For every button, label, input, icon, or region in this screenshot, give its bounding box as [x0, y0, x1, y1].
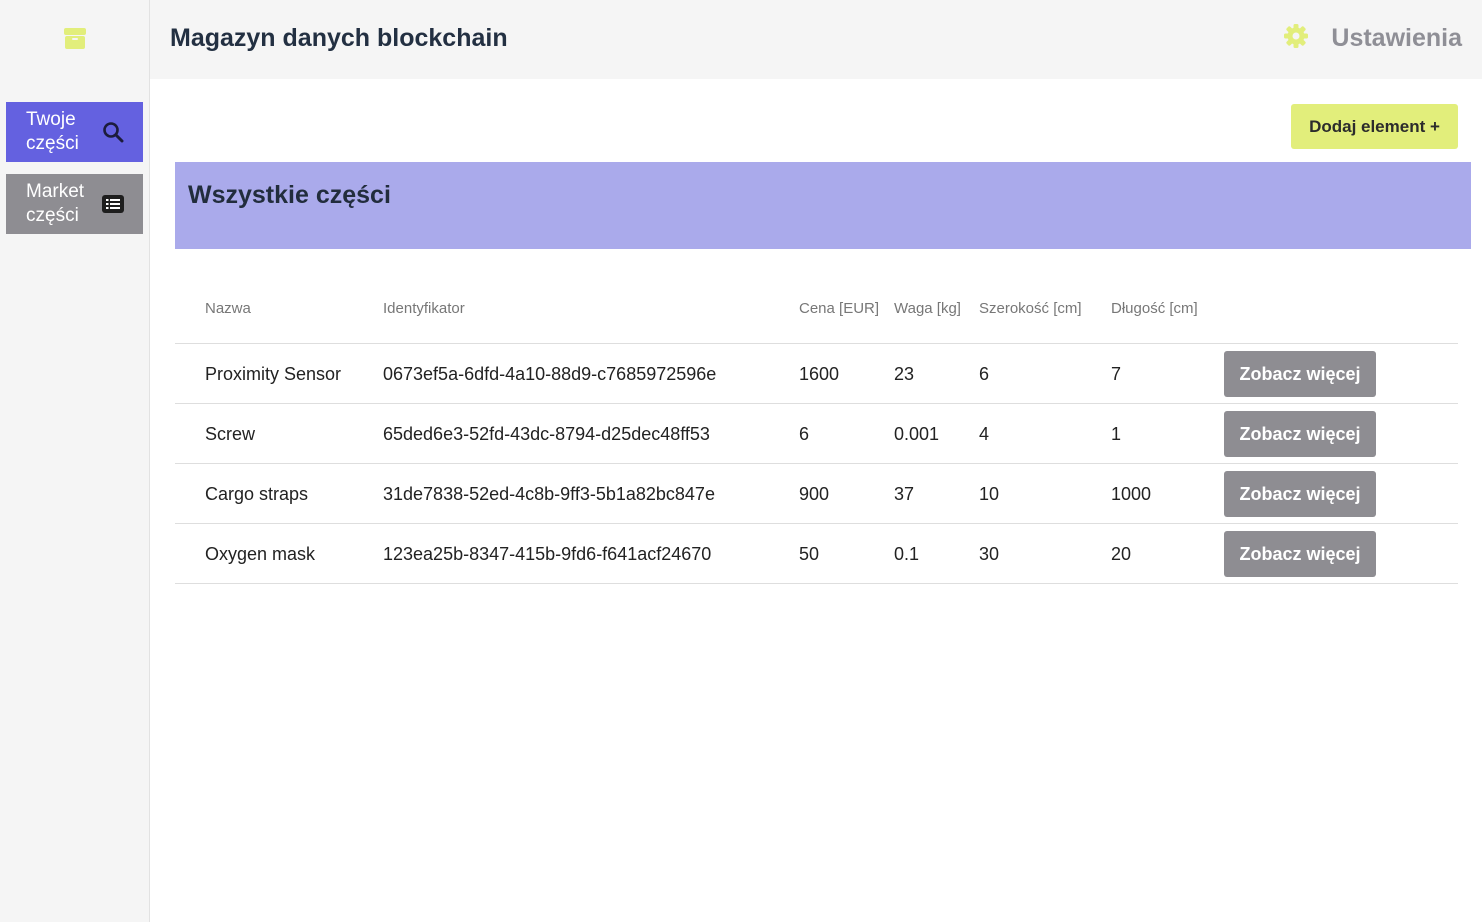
cell-length: 1000 — [1111, 484, 1152, 504]
cell-price: 50 — [799, 544, 820, 564]
section-title: Wszystkie części — [188, 181, 391, 209]
table-row: Screw 65ded6e3-52fd-43dc-8794-d25dec48ff… — [175, 404, 1458, 464]
cell-length: 7 — [1111, 364, 1122, 384]
add-element-button[interactable]: Dodaj element + — [1291, 104, 1458, 149]
settings-button[interactable]: Ustawienia — [1283, 23, 1462, 54]
cell-width: 4 — [979, 424, 990, 444]
table-row: Oxygen mask 123ea25b-8347-415b-9fd6-f641… — [175, 524, 1458, 584]
settings-label: Ustawienia — [1331, 24, 1462, 52]
see-more-button[interactable]: Zobacz więcej — [1224, 411, 1376, 457]
cell-width: 6 — [979, 364, 990, 384]
cell-price: 6 — [799, 424, 810, 444]
section-banner: Wszystkie części — [175, 162, 1471, 249]
see-more-button[interactable]: Zobacz więcej — [1224, 351, 1376, 397]
cell-price: 1600 — [799, 364, 840, 384]
column-header-price: Cena [EUR] — [799, 300, 880, 317]
column-header-length: Długość [cm] — [1111, 300, 1198, 317]
cell-length: 1 — [1111, 424, 1122, 444]
cell-width: 10 — [979, 484, 1000, 504]
cell-id: 65ded6e3-52fd-43dc-8794-d25dec48ff53 — [383, 424, 710, 444]
column-header-id: Identyfikator — [383, 300, 465, 317]
sidebar-item-label: Market części — [26, 181, 85, 226]
sidebar: Twoje części Market części — [0, 0, 150, 922]
column-header-weight: Waga [kg] — [894, 300, 961, 317]
cell-name: Oxygen mask — [205, 544, 316, 564]
sidebar-item-parts-market[interactable]: Market części — [6, 174, 143, 234]
see-more-button[interactable]: Zobacz więcej — [1224, 531, 1376, 577]
cell-width: 30 — [979, 544, 1000, 564]
cell-name: Proximity Sensor — [205, 364, 342, 384]
sidebar-item-your-parts[interactable]: Twoje części — [6, 102, 143, 162]
box-icon — [62, 26, 88, 50]
cell-price: 900 — [799, 484, 830, 504]
see-more-button[interactable]: Zobacz więcej — [1224, 471, 1376, 517]
page-title: Magazyn danych blockchain — [170, 24, 508, 52]
column-header-width: Szerokość [cm] — [979, 300, 1082, 317]
cell-weight: 37 — [894, 484, 915, 504]
list-icon — [101, 192, 125, 216]
table-header: Nazwa Identyfikator Cena [EUR] Waga [kg]… — [175, 284, 1458, 344]
table-row: Proximity Sensor 0673ef5a-6dfd-4a10-88d9… — [175, 344, 1458, 404]
cell-name: Cargo straps — [205, 484, 309, 504]
gear-icon — [1283, 23, 1309, 54]
cell-name: Screw — [205, 424, 256, 444]
cell-id: 123ea25b-8347-415b-9fd6-f641acf24670 — [383, 544, 712, 564]
cell-weight: 0.001 — [894, 424, 940, 444]
top-bar: Magazyn danych blockchain Ustawienia — [150, 0, 1482, 79]
column-header-name: Nazwa — [205, 300, 251, 317]
cell-weight: 23 — [894, 364, 915, 384]
cell-length: 20 — [1111, 544, 1132, 564]
parts-table: Nazwa Identyfikator Cena [EUR] Waga [kg]… — [175, 284, 1458, 584]
table-row: Cargo straps 31de7838-52ed-4c8b-9ff3-5b1… — [175, 464, 1458, 524]
cell-id: 31de7838-52ed-4c8b-9ff3-5b1a82bc847e — [383, 484, 715, 504]
sidebar-item-label: Twoje części — [26, 109, 79, 154]
search-icon — [101, 120, 125, 144]
cell-id: 0673ef5a-6dfd-4a10-88d9-c7685972596e — [383, 364, 717, 384]
cell-weight: 0.1 — [894, 544, 920, 564]
